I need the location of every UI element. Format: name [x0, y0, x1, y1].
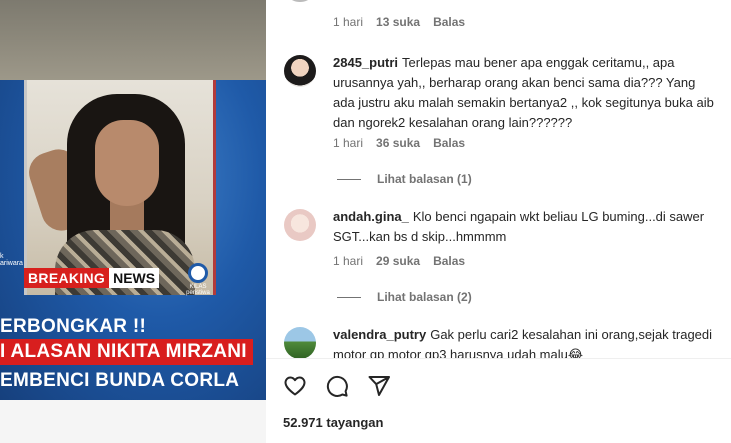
- share-icon[interactable]: [367, 374, 391, 398]
- comment-text: andah.gina_ Klo benci ngapain wkt beliau …: [333, 207, 718, 247]
- comment-username[interactable]: valendra_putry: [333, 327, 426, 342]
- avatar-partial: [290, 0, 310, 2]
- view-replies-label: Lihat balasan (2): [377, 290, 472, 304]
- video-bottom-area: [0, 400, 266, 443]
- headline-line3: EMBENCI BUNDA CORLA: [0, 370, 240, 391]
- replies-divider: [337, 296, 361, 298]
- video-top-background: [0, 0, 266, 80]
- news-label: NEWS: [109, 268, 160, 288]
- reply-button[interactable]: Balas: [433, 254, 465, 268]
- actions-divider: [266, 358, 731, 359]
- view-replies-label: Lihat balasan (1): [377, 172, 472, 186]
- reply-button[interactable]: Balas: [433, 136, 465, 150]
- comment-likes[interactable]: 36 suka: [376, 136, 420, 150]
- comment-text: valendra_putry Gak perlu cari2 kesalahan …: [333, 325, 718, 358]
- side-caption-line2: ariwara: [0, 260, 23, 267]
- headline-block: ERBONGKAR !! I ALASAN NIKITA MIRZANI EMB…: [0, 297, 266, 400]
- side-caption-line1: k: [0, 253, 4, 260]
- comment-likes[interactable]: 13 suka: [376, 15, 420, 29]
- avatar[interactable]: [284, 55, 316, 87]
- comment-username[interactable]: andah.gina_: [333, 209, 409, 224]
- comment-text: 2845_putri Terlepas mau bener apa enggak …: [333, 53, 718, 133]
- headline-line2: I ALASAN NIKITA MIRZANI: [0, 339, 253, 365]
- channel-logo: KILAS peristiwa: [180, 263, 216, 296]
- avatar[interactable]: [284, 209, 316, 241]
- comment-meta: 1 hari 29 suka Balas: [333, 254, 465, 268]
- comment-time: 1 hari: [333, 136, 364, 150]
- headline-line1: ERBONGKAR !!: [0, 316, 147, 337]
- breaking-news-banner: BREAKING NEWS: [24, 267, 160, 289]
- like-icon[interactable]: [283, 374, 307, 398]
- view-count: 52.971 tayangan: [283, 415, 384, 430]
- action-bar: [283, 374, 391, 398]
- comments-list[interactable]: 1 hari 13 suka Balas 2845_putri Terlepas …: [266, 0, 731, 358]
- avatar[interactable]: [284, 327, 316, 358]
- comment-meta: 1 hari 13 suka Balas: [333, 15, 465, 29]
- view-replies-button[interactable]: Lihat balasan (1): [337, 172, 472, 186]
- comment-likes[interactable]: 29 suka: [376, 254, 420, 268]
- comment-username[interactable]: 2845_putri: [333, 55, 398, 70]
- replies-divider: [337, 178, 361, 180]
- channel-logo-icon: [188, 263, 208, 283]
- breaking-label: BREAKING: [24, 268, 110, 288]
- post-video[interactable]: k ariwara BREAKING NEWS KILAS peristiwa …: [0, 0, 266, 443]
- side-caption: k ariwara: [0, 253, 23, 267]
- channel-logo-sub: peristiwa: [186, 290, 210, 296]
- comment-meta: 1 hari 36 suka Balas: [333, 136, 465, 150]
- comment-icon[interactable]: [325, 374, 349, 398]
- comments-pane: 1 hari 13 suka Balas 2845_putri Terlepas …: [266, 0, 731, 443]
- reply-button[interactable]: Balas: [433, 15, 465, 29]
- comment-time: 1 hari: [333, 15, 364, 29]
- person-face: [95, 120, 159, 206]
- comment-time: 1 hari: [333, 254, 364, 268]
- view-replies-button[interactable]: Lihat balasan (2): [337, 290, 472, 304]
